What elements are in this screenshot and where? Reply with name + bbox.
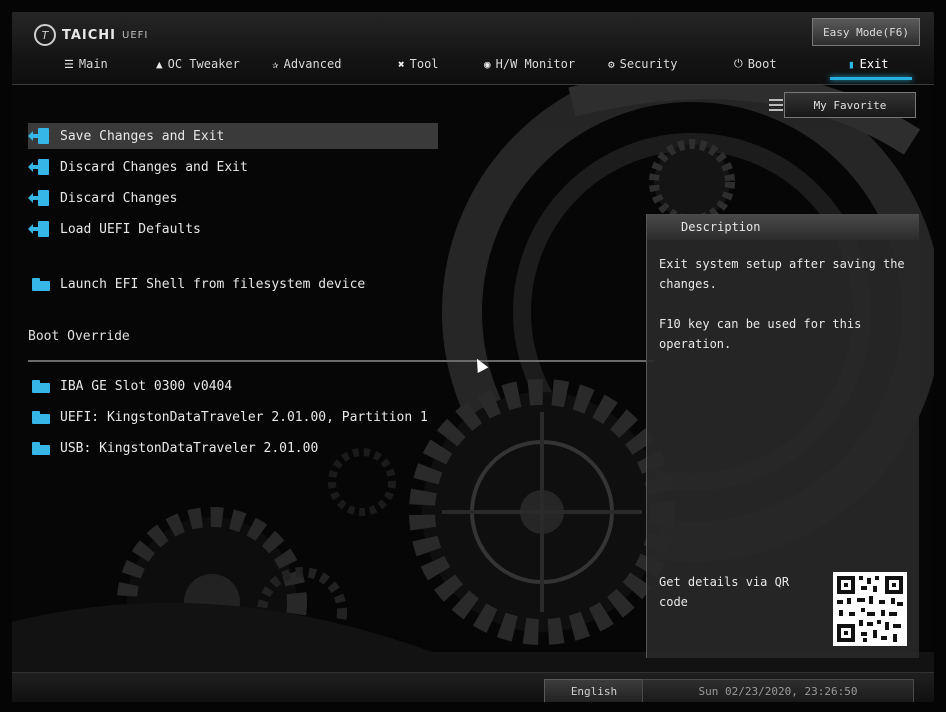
menu-item-load-uefi-defaults[interactable]: Load UEFI Defaults: [28, 216, 201, 242]
tab-oc-tweaker-label: OC Tweaker: [167, 57, 240, 71]
tools-icon: ✖: [398, 57, 405, 71]
tab-hw-monitor[interactable]: ◉ H/W Monitor: [484, 50, 575, 78]
taichi-logo: T TAICHI UEFI: [34, 24, 148, 46]
boot-item-label: IBA GE Slot 0300 v0404: [60, 378, 233, 394]
tab-main[interactable]: ☰ Main: [64, 50, 108, 78]
description-paragraph: F10 key can be used for this operation.: [659, 317, 862, 351]
status-bar: English Sun 02/23/2020, 23:26:50: [12, 672, 934, 702]
menu-item-launch-efi-shell[interactable]: Launch EFI Shell from filesystem device: [28, 271, 365, 297]
description-paragraph: Exit system setup after saving the chang…: [659, 257, 905, 291]
logo-text: TAICHI: [62, 27, 117, 43]
bios-window: T TAICHI UEFI Easy Mode(F6) ☰ Main ▲ OC …: [12, 12, 934, 702]
tab-oc-tweaker[interactable]: ▲ OC Tweaker: [156, 50, 240, 78]
boot-item-uefi-kingston[interactable]: UEFI: KingstonDataTraveler 2.01.00, Part…: [28, 404, 428, 430]
menu-item-label: Save Changes and Exit: [60, 128, 225, 144]
menu-item-label: Discard Changes and Exit: [60, 159, 248, 175]
tab-boot-label: Boot: [747, 57, 777, 71]
main-tab-bar: ☰ Main ▲ OC Tweaker ✰ Advanced ✖ Tool ◉ …: [12, 50, 934, 80]
exit-icon: [28, 221, 50, 237]
star-icon: ✰: [272, 57, 279, 71]
exit-icon: [28, 128, 50, 144]
exit-icon: [28, 159, 50, 175]
menu-item-label: Discard Changes: [60, 190, 178, 206]
taichi-logo-icon: T: [34, 24, 56, 46]
shield-icon: ⚙: [608, 57, 615, 71]
description-title: Description: [647, 214, 919, 240]
language-button[interactable]: English: [544, 679, 644, 702]
my-favorite-button[interactable]: My Favorite: [769, 92, 916, 118]
monitor-icon: ◉: [484, 57, 491, 71]
menu-item-label: Launch EFI Shell from filesystem device: [60, 276, 366, 292]
power-icon: ⏻: [734, 57, 743, 70]
boot-item-iba-ge[interactable]: IBA GE Slot 0300 v0404: [28, 373, 232, 399]
logo-subtext: UEFI: [122, 29, 149, 41]
exit-icon: ▮: [848, 57, 855, 71]
tab-tool[interactable]: ✖ Tool: [398, 50, 439, 78]
active-tab-indicator: [830, 77, 912, 80]
boot-override-heading: Boot Override: [28, 329, 130, 344]
folder-icon: [32, 379, 50, 393]
menu-item-save-changes-and-exit[interactable]: Save Changes and Exit: [28, 123, 438, 149]
menu-item-discard-changes[interactable]: Discard Changes: [28, 185, 177, 211]
easy-mode-button[interactable]: Easy Mode(F6): [812, 18, 920, 46]
top-bar: T TAICHI UEFI Easy Mode(F6) ☰ Main ▲ OC …: [12, 12, 934, 85]
exit-icon: [28, 190, 50, 206]
menu-item-discard-changes-and-exit[interactable]: Discard Changes and Exit: [28, 154, 248, 180]
section-divider: [28, 360, 654, 362]
rocket-icon: ▲: [156, 57, 163, 71]
qr-details-text: Get details via QR code: [659, 575, 790, 609]
tab-tool-label: Tool: [409, 57, 439, 71]
tab-exit[interactable]: ▮ Exit: [848, 50, 889, 78]
tab-hw-monitor-label: H/W Monitor: [495, 57, 576, 71]
tab-main-label: Main: [78, 57, 108, 71]
boot-item-usb-kingston[interactable]: USB: KingstonDataTraveler 2.01.00: [28, 435, 318, 461]
description-panel: Description Exit system setup after savi…: [646, 214, 919, 658]
description-text: Exit system setup after saving the chang…: [659, 254, 909, 374]
menu-item-label: Load UEFI Defaults: [60, 221, 201, 237]
folder-icon: [32, 277, 50, 291]
boot-item-label: UEFI: KingstonDataTraveler 2.01.00, Part…: [60, 409, 428, 425]
boot-item-label: USB: KingstonDataTraveler 2.01.00: [60, 440, 319, 456]
date-time-display: Sun 02/23/2020, 23:26:50: [642, 679, 914, 702]
tab-advanced[interactable]: ✰ Advanced: [272, 50, 341, 78]
tab-advanced-label: Advanced: [283, 57, 342, 71]
tab-security-label: Security: [619, 57, 678, 71]
tab-boot[interactable]: ⏻ Boot: [734, 50, 777, 78]
tab-security[interactable]: ⚙ Security: [608, 50, 677, 78]
list-icon: ☰: [64, 57, 74, 71]
qr-code-icon: [833, 572, 907, 646]
tab-exit-label: Exit: [859, 57, 889, 71]
folder-icon: [32, 441, 50, 455]
folder-icon: [32, 410, 50, 424]
